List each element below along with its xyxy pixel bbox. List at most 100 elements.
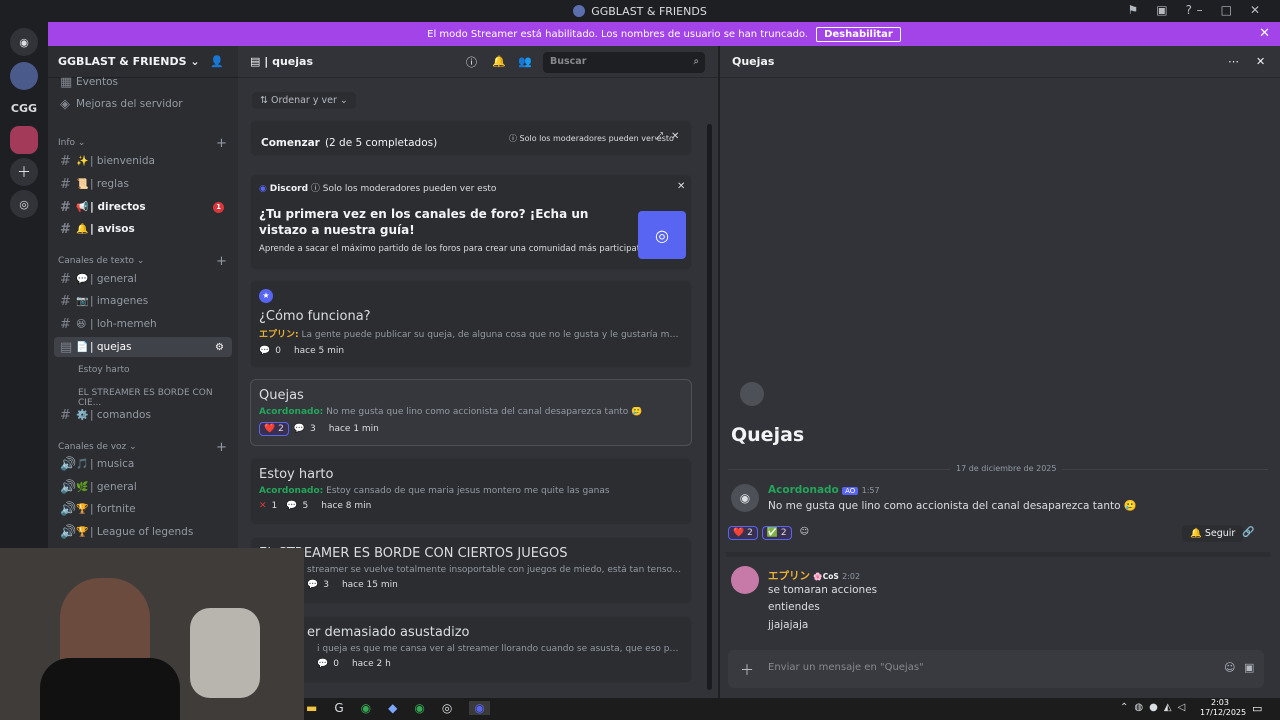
channel-directos[interactable]: # 📢 | directos 1 xyxy=(54,197,232,217)
disable-button[interactable]: Deshabilitar xyxy=(816,26,901,42)
settings-icon[interactable]: ⚙ xyxy=(215,342,224,353)
window-title: GGBLAST & FRIENDS xyxy=(591,4,707,18)
reaction-check[interactable]: ✅ 2 xyxy=(761,526,792,540)
discord-home-icon[interactable]: ◉ xyxy=(10,28,38,56)
streamer-mode-banner: El modo Streamer está habilitado. Los no… xyxy=(48,22,1280,46)
search-icon: ⌕ xyxy=(693,56,699,67)
thread-icon xyxy=(740,382,764,406)
scrollbar[interactable] xyxy=(707,124,712,690)
more-icon[interactable]: ⋯ xyxy=(1228,55,1239,68)
channel-reglas[interactable]: # 📜 | reglas xyxy=(54,174,232,194)
notifications-icon[interactable]: 🔔 xyxy=(492,55,506,68)
reaction-cross[interactable]: ✕ xyxy=(259,501,267,511)
message-input[interactable]: Enviar un mensaje en "Quejas" xyxy=(768,662,924,673)
getting-started-card[interactable]: Comenzar (2 de 5 completados) ⓘ Solo los… xyxy=(250,120,692,156)
volume-icon[interactable]: ◁ xyxy=(1178,702,1186,713)
channel-loh-memeh[interactable]: # 😆 | loh-memeh xyxy=(54,314,232,334)
server-avatar[interactable] xyxy=(10,62,38,90)
sidebar-item-events[interactable]: ▦ Eventos xyxy=(54,72,232,92)
thread-header: Quejas ⋯ ✕ xyxy=(720,46,1280,78)
channel-name: | quejas xyxy=(264,55,313,68)
category-text[interactable]: Canales de texto ⌄ + xyxy=(58,254,227,269)
thread-pane: Quejas ⋯ ✕ Quejas 17 de diciembre de 202… xyxy=(720,46,1280,698)
author-name[interactable]: Acordonado xyxy=(768,484,839,496)
avatar[interactable] xyxy=(731,566,759,594)
category-info[interactable]: Info ⌄ + xyxy=(58,136,227,151)
reaction-heart[interactable]: ❤️ 2 xyxy=(259,422,289,436)
forum-guide-icon: ◎ xyxy=(638,211,686,259)
info-icon[interactable]: ⓘ xyxy=(466,54,477,70)
obs-icon[interactable]: ◎ xyxy=(442,701,452,715)
sort-button[interactable]: ⇅ Ordenar y ver ⌄ xyxy=(252,92,356,109)
sidebar-item-boosts[interactable]: ◈ Mejoras del servidor xyxy=(54,94,232,114)
inbox-flag-icon[interactable]: ⚑ xyxy=(1128,3,1139,17)
close-thread-icon[interactable]: ✕ xyxy=(1256,55,1265,68)
post-como-funciona[interactable]: ★ ¿Cómo funciona? エプリン: La gente puede p… xyxy=(250,280,692,368)
tray-chevron-icon[interactable]: ⌃ xyxy=(1120,702,1128,713)
comment-icon: 💬 xyxy=(259,346,271,356)
channel-bienvenida[interactable]: # ✨ | bienvenida xyxy=(54,151,232,171)
chrome-profile-icon[interactable]: ◉ xyxy=(414,701,424,715)
webcam-overlay xyxy=(0,548,304,720)
channel-comandos[interactable]: # ⚙️ | comandos xyxy=(54,405,232,425)
close-window-icon[interactable]: ✕ xyxy=(1250,3,1260,17)
channel-imagenes[interactable]: # 📷 | imagenes xyxy=(54,291,232,311)
expand-icon[interactable]: ⤢ xyxy=(655,131,663,142)
inbox-icon[interactable]: ▣ xyxy=(1156,3,1167,17)
channel-general[interactable]: # 💬 | general xyxy=(54,269,232,289)
notifications-center-icon[interactable]: ▭ xyxy=(1252,702,1262,715)
gif-icon[interactable]: ▣ xyxy=(1244,661,1254,674)
thread-title: Quejas xyxy=(731,424,805,446)
banner-text: El modo Streamer está habilitado. Los no… xyxy=(427,28,809,40)
close-icon[interactable]: ✕ xyxy=(671,131,679,142)
voice-general[interactable]: 🔊 🌿 | general xyxy=(54,477,232,497)
voice-league[interactable]: 🔊 🏆 | League of legends xyxy=(54,522,232,542)
channel-quejas[interactable]: ▤ 📄 | quejas ⚙ xyxy=(54,337,232,357)
server-cgg[interactable]: CGG xyxy=(10,94,38,122)
post-asustadizo[interactable]: er demasiado asustadizo i queja es que m… xyxy=(250,616,692,683)
avatar[interactable]: ◉ xyxy=(731,484,759,512)
emoji-icon[interactable]: ☺ xyxy=(1224,661,1235,674)
voice-fortnite[interactable]: 🔊 🏆 | fortnite xyxy=(54,499,232,519)
mic-icon[interactable]: ● xyxy=(1149,702,1158,713)
invite-icon[interactable]: 👤 xyxy=(210,55,224,68)
guide-card[interactable]: ◉ Discord ⓘ Solo los moderadores pueden … xyxy=(250,174,692,270)
members-icon[interactable]: 👥 xyxy=(518,55,532,68)
search-input[interactable]: Buscar ⌕ xyxy=(543,52,705,73)
close-guide-icon[interactable]: ✕ xyxy=(677,181,685,192)
channel-avisos[interactable]: # 🔔 | avisos xyxy=(54,219,232,239)
follow-button[interactable]: 🔔 Seguir xyxy=(1182,525,1244,542)
discord-taskbar-icon[interactable]: ◉ xyxy=(469,701,490,715)
message-line: jjajajaja xyxy=(768,619,809,631)
post-quejas[interactable]: Quejas Acordonado: No me gusta que lino … xyxy=(250,379,692,446)
back-icon[interactable]: G xyxy=(334,701,343,715)
message-header: Acordonado AO 1:57 xyxy=(768,484,880,496)
network-icon[interactable]: ◭ xyxy=(1164,702,1172,713)
category-voice[interactable]: Canales de voz ⌄ + xyxy=(58,440,227,455)
explore-icon[interactable]: ◎ xyxy=(10,190,38,218)
app-icon[interactable]: ◆ xyxy=(388,701,397,715)
server-ggblast[interactable] xyxy=(10,126,38,154)
voice-musica[interactable]: 🔊 🎵 | musica xyxy=(54,454,232,474)
clock[interactable]: 2:03 17/12/2025 xyxy=(1200,698,1246,718)
reaction-heart[interactable]: ❤️ 2 xyxy=(728,526,758,540)
chrome-icon[interactable]: ◉ xyxy=(361,701,371,715)
thread-estoy-harto[interactable]: Estoy harto xyxy=(78,365,130,375)
help-icon[interactable]: ? xyxy=(1186,3,1192,17)
folder-icon[interactable]: ▬ xyxy=(306,701,317,715)
pin-icon: ★ xyxy=(259,289,273,303)
close-banner-icon[interactable]: ✕ xyxy=(1259,26,1270,41)
forum-pane: ▤ | quejas ⓘ 🔔 👥 Buscar ⌕ ⇅ Ordenar y ver… xyxy=(238,46,718,698)
maximize-icon[interactable]: □ xyxy=(1221,3,1232,17)
message-composer[interactable]: ＋ Enviar un mensaje en "Quejas" ☺ ▣ xyxy=(728,650,1264,688)
add-reaction-icon[interactable]: ☺ xyxy=(796,526,813,540)
author-name[interactable]: エプリン xyxy=(768,570,810,582)
minimize-icon[interactable]: – xyxy=(1197,3,1203,17)
add-server-icon[interactable]: ＋ xyxy=(10,158,38,186)
post-estoy-harto[interactable]: Estoy harto Acordonado: Estoy cansado de… xyxy=(250,458,692,525)
tray-device-icon[interactable]: ◍ xyxy=(1134,702,1143,713)
attach-plus-icon[interactable]: ＋ xyxy=(740,660,754,680)
post-streamer-borde[interactable]: EL STREAMER ES BORDE CON CIERTOS JUEGOS … xyxy=(250,537,692,604)
link-icon[interactable]: 🔗 xyxy=(1242,527,1254,538)
date-divider: 17 de diciembre de 2025 xyxy=(950,464,1063,473)
